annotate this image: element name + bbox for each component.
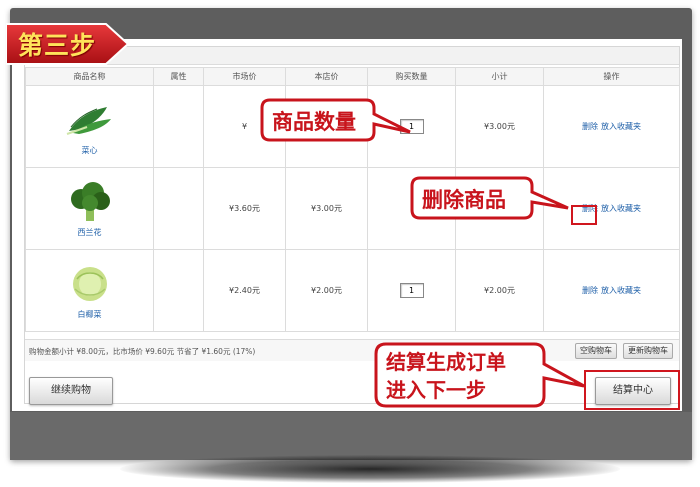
- col-header-name: 商品名称: [25, 67, 154, 86]
- cabbage-image[interactable]: [62, 261, 117, 305]
- delete-link[interactable]: 删除: [582, 122, 598, 131]
- cart-summary-text: 购物金额小计 ¥8.00元，比市场价 ¥9.60元 节省了 ¥1.60元 (17…: [29, 347, 256, 356]
- col-header-operations: 操作: [543, 67, 680, 86]
- add-to-favorites-link[interactable]: 放入收藏夹: [601, 204, 641, 213]
- quantity-callout-text: 商品数量: [272, 110, 356, 134]
- product-name[interactable]: 菜心: [82, 146, 98, 155]
- delete-link[interactable]: 删除: [582, 286, 598, 295]
- add-to-favorites-link[interactable]: 放入收藏夹: [601, 122, 641, 131]
- checkout-callout-line2: 进入下一步: [386, 378, 486, 402]
- table-row: 白椰菜 ¥2.40元 ¥2.00元 1 ¥2.00元 删除 放入收藏夹: [25, 249, 680, 332]
- continue-shopping-button[interactable]: 继续购物: [29, 377, 113, 405]
- market-price-cell: ¥2.40元: [203, 249, 286, 332]
- step-label: 第三步: [18, 31, 97, 60]
- choy-sum-image[interactable]: [62, 97, 117, 141]
- col-header-shop-price: 本店价: [285, 67, 368, 86]
- product-name[interactable]: 白椰菜: [78, 310, 102, 319]
- col-header-subtotal: 小计: [455, 67, 544, 86]
- delete-highlight-box: [571, 205, 597, 225]
- product-cell: 菜心: [25, 85, 154, 168]
- step-banner: 第三步: [6, 18, 130, 66]
- broccoli-image[interactable]: [62, 179, 117, 223]
- add-to-favorites-link[interactable]: 放入收藏夹: [601, 286, 641, 295]
- col-header-attr: 属性: [153, 67, 204, 86]
- drop-shadow: [120, 455, 620, 483]
- delete-callout: 删除商品: [410, 174, 572, 224]
- market-price-cell: ¥3.60元: [203, 167, 286, 250]
- shop-price-cell: ¥3.00元: [285, 167, 368, 250]
- checkout-highlight-box: [584, 370, 680, 410]
- table-header-row: 商品名称 属性 市场价 本店价 购买数量 小计 操作: [25, 67, 680, 86]
- attr-cell: [153, 167, 204, 250]
- screen-footer-bar: [10, 412, 692, 460]
- col-header-market-price: 市场价: [203, 67, 286, 86]
- quantity-cell: 1: [367, 249, 456, 332]
- subtotal-cell: ¥2.00元: [455, 249, 544, 332]
- shop-price-cell: ¥2.00元: [285, 249, 368, 332]
- subtotal-cell: ¥3.00元: [455, 85, 544, 168]
- attr-cell: [153, 249, 204, 332]
- col-header-quantity: 购买数量: [367, 67, 456, 86]
- product-cell: 白椰菜: [25, 249, 154, 332]
- attr-cell: [153, 85, 204, 168]
- checkout-callout: 结算生成订单 进入下一步: [374, 340, 590, 412]
- product-name[interactable]: 西兰花: [78, 228, 102, 237]
- product-cell: 西兰花: [25, 167, 154, 250]
- operations-cell: 删除 放入收藏夹: [543, 249, 680, 332]
- operations-cell: 删除 放入收藏夹: [543, 85, 680, 168]
- checkout-callout-line1: 结算生成订单: [386, 350, 506, 374]
- quantity-input[interactable]: 1: [399, 283, 424, 298]
- quantity-callout: 商品数量: [260, 96, 432, 146]
- delete-callout-text: 删除商品: [422, 188, 506, 212]
- update-cart-button[interactable]: 更新购物车: [623, 343, 673, 359]
